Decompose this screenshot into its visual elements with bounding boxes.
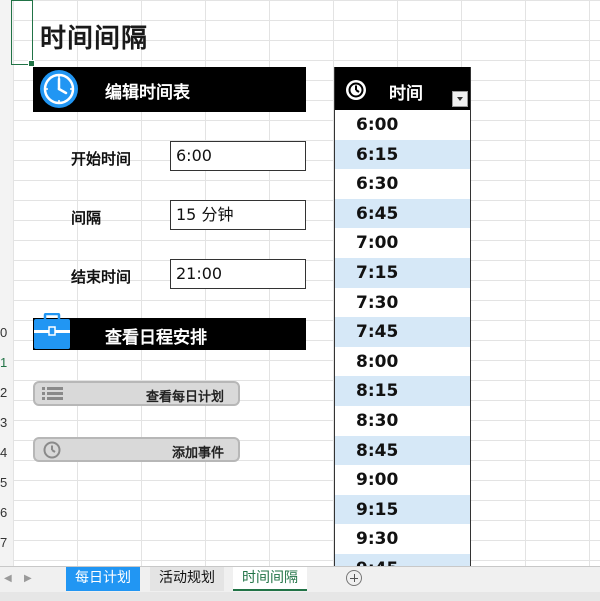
toolbox-icon (34, 313, 70, 349)
tab-time-interval[interactable]: 时间间隔 (233, 567, 307, 591)
time-header-label: 时间 (389, 84, 423, 104)
row-number[interactable]: 4 (0, 445, 13, 461)
tab-daily-plan[interactable]: 每日计划 (66, 567, 140, 591)
status-strip (0, 592, 600, 601)
filter-dropdown-button[interactable] (452, 91, 468, 107)
row-number[interactable]: 6 (0, 505, 13, 521)
time-row[interactable]: 8:00 (335, 347, 470, 377)
time-row[interactable]: 8:30 (335, 406, 470, 436)
start-time-field[interactable]: 6:00 (170, 141, 306, 171)
time-list-table: 时间 6:00 6:15 6:30 6:45 7:00 7:15 7:30 7:45 8:00 8… (334, 67, 471, 566)
time-row[interactable]: 6:15 (335, 139, 470, 170)
edit-schedule-label: 编辑时间表 (105, 83, 190, 103)
add-event-button[interactable]: 添加事件 (33, 437, 240, 462)
start-time-label: 开始时间 (71, 150, 132, 168)
time-row[interactable]: 9:15 (335, 494, 470, 525)
add-sheet-icon[interactable] (346, 570, 362, 586)
clock-icon (40, 70, 78, 108)
view-daily-plan-label: 查看每日计划 (145, 390, 224, 405)
end-time-field[interactable]: 21:00 (170, 259, 306, 289)
row-number[interactable]: 0 (0, 325, 13, 341)
row-number[interactable]: 3 (0, 415, 13, 431)
page-title: 时间间隔 (40, 24, 149, 54)
end-time-label: 结束时间 (71, 268, 132, 286)
time-row[interactable]: 8:45 (335, 435, 470, 466)
interval-field[interactable]: 15 分钟 (170, 200, 306, 230)
time-row[interactable]: 9:30 (335, 524, 470, 554)
row-number[interactable]: 2 (0, 385, 13, 401)
time-row[interactable]: 7:45 (335, 317, 470, 347)
time-column-header: 时间 (335, 67, 470, 110)
time-row[interactable]: 7:30 (335, 288, 470, 318)
clock-icon (43, 441, 61, 459)
add-event-label: 添加事件 (171, 446, 224, 461)
row-header-column: 0 1 2 3 4 5 6 7 (0, 0, 14, 566)
row-number[interactable]: 5 (0, 475, 13, 491)
time-row[interactable]: 9:00 (335, 465, 470, 495)
tab-activity-planning[interactable]: 活动规划 (150, 567, 224, 591)
row-number[interactable]: 7 (0, 535, 13, 551)
time-row[interactable]: 6:45 (335, 198, 470, 229)
clock-icon (346, 80, 366, 100)
prev-sheet-icon[interactable]: ◀ (4, 573, 12, 584)
time-row[interactable]: 9:45 (335, 554, 470, 566)
time-row[interactable]: 6:30 (335, 169, 470, 199)
row-number[interactable]: 1 (0, 355, 13, 371)
time-row[interactable]: 7:00 (335, 228, 470, 258)
active-cell-selection[interactable] (11, 0, 35, 67)
edit-schedule-bar: 编辑时间表 (33, 67, 306, 112)
time-row[interactable]: 7:15 (335, 258, 470, 288)
sheet-tab-bar: ◀ ▶ 每日计划 活动规划 时间间隔 (0, 566, 600, 592)
view-schedule-bar: 查看日程安排 (33, 313, 306, 350)
view-daily-plan-button[interactable]: 查看每日计划 (33, 381, 240, 406)
next-sheet-icon[interactable]: ▶ (24, 573, 32, 584)
time-row[interactable]: 8:15 (335, 376, 470, 406)
list-icon (42, 387, 63, 400)
view-schedule-label: 查看日程安排 (105, 328, 207, 348)
interval-label: 间隔 (71, 209, 102, 227)
time-row[interactable]: 6:00 (335, 110, 470, 140)
